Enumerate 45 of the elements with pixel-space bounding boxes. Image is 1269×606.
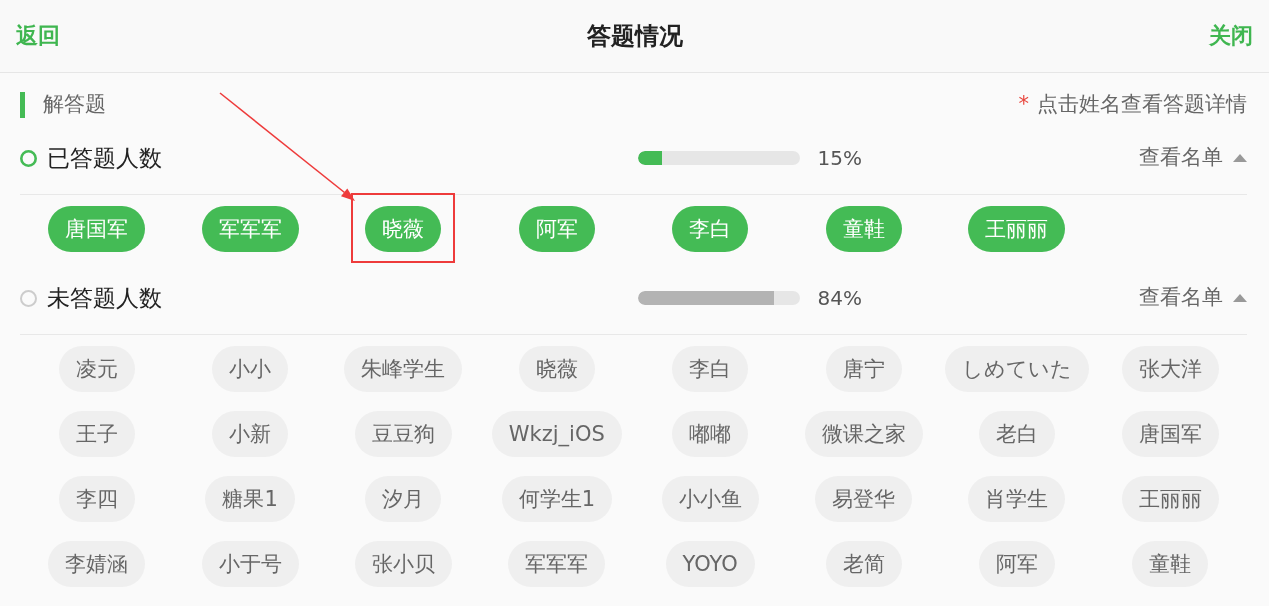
percent-text: 15%	[817, 145, 862, 172]
name-chip[interactable]: 凌元	[58, 346, 135, 392]
ring-icon	[20, 289, 37, 307]
name-chip[interactable]: 小小鱼	[661, 476, 759, 522]
name-chip[interactable]: 张小贝	[354, 541, 452, 587]
percent-text: 84%	[817, 285, 862, 312]
name-chip[interactable]: 童鞋	[1132, 541, 1209, 587]
name-chip[interactable]: 王丽丽	[1121, 476, 1219, 522]
name-chip[interactable]: 朱峰学生	[344, 346, 463, 392]
name-chip[interactable]: 唐宁	[825, 346, 902, 392]
name-chip[interactable]: 唐国军	[1121, 411, 1219, 457]
accent-bar	[20, 91, 25, 118]
name-chip[interactable]: 何学生1	[501, 476, 612, 522]
name-chip[interactable]: 糖果1	[205, 476, 295, 522]
name-chip[interactable]: 老白	[978, 411, 1055, 457]
name-chip[interactable]: 李白	[672, 346, 749, 392]
name-chip[interactable]: 小于号	[201, 541, 299, 587]
name-chip[interactable]: 王子	[58, 411, 135, 457]
group-label: 已答题人数	[47, 143, 162, 173]
name-chip[interactable]: しめていた	[944, 346, 1089, 392]
name-chip[interactable]: 晓薇	[518, 346, 595, 392]
ring-icon	[20, 149, 37, 167]
view-list-button[interactable]: 查看名单	[1139, 282, 1247, 314]
page-title: 答题情况	[586, 21, 683, 52]
name-chip[interactable]: 小新	[212, 411, 289, 457]
view-list-button[interactable]: 查看名单	[1139, 142, 1247, 174]
name-chip[interactable]: 老简	[825, 541, 902, 587]
name-chip[interactable]: 肖学生	[968, 476, 1066, 522]
required-mark: *	[1018, 90, 1029, 118]
name-chip[interactable]: 军军军	[508, 541, 606, 587]
name-chip[interactable]: 豆豆狗	[354, 411, 452, 457]
name-chip[interactable]: 微课之家	[804, 411, 923, 457]
name-chip[interactable]: 李四	[58, 476, 135, 522]
name-chip[interactable]: 阿军	[978, 541, 1055, 587]
name-chip[interactable]: 小小	[212, 346, 289, 392]
name-chip[interactable]: 嘟嘟	[672, 411, 749, 457]
section-title: 解答题	[43, 90, 106, 118]
hint-text: 点击姓名查看答题详情	[1037, 90, 1247, 118]
name-chip[interactable]: 易登华	[815, 476, 913, 522]
name-chip[interactable]: 张大洋	[1121, 346, 1219, 392]
group-label: 未答题人数	[47, 283, 162, 313]
name-chip[interactable]: YOYO	[665, 541, 755, 587]
name-chip[interactable]: 汐月	[365, 476, 442, 522]
name-chip[interactable]: Wkzj_iOS	[491, 411, 622, 457]
name-chip[interactable]: 李婧涵	[48, 541, 146, 587]
